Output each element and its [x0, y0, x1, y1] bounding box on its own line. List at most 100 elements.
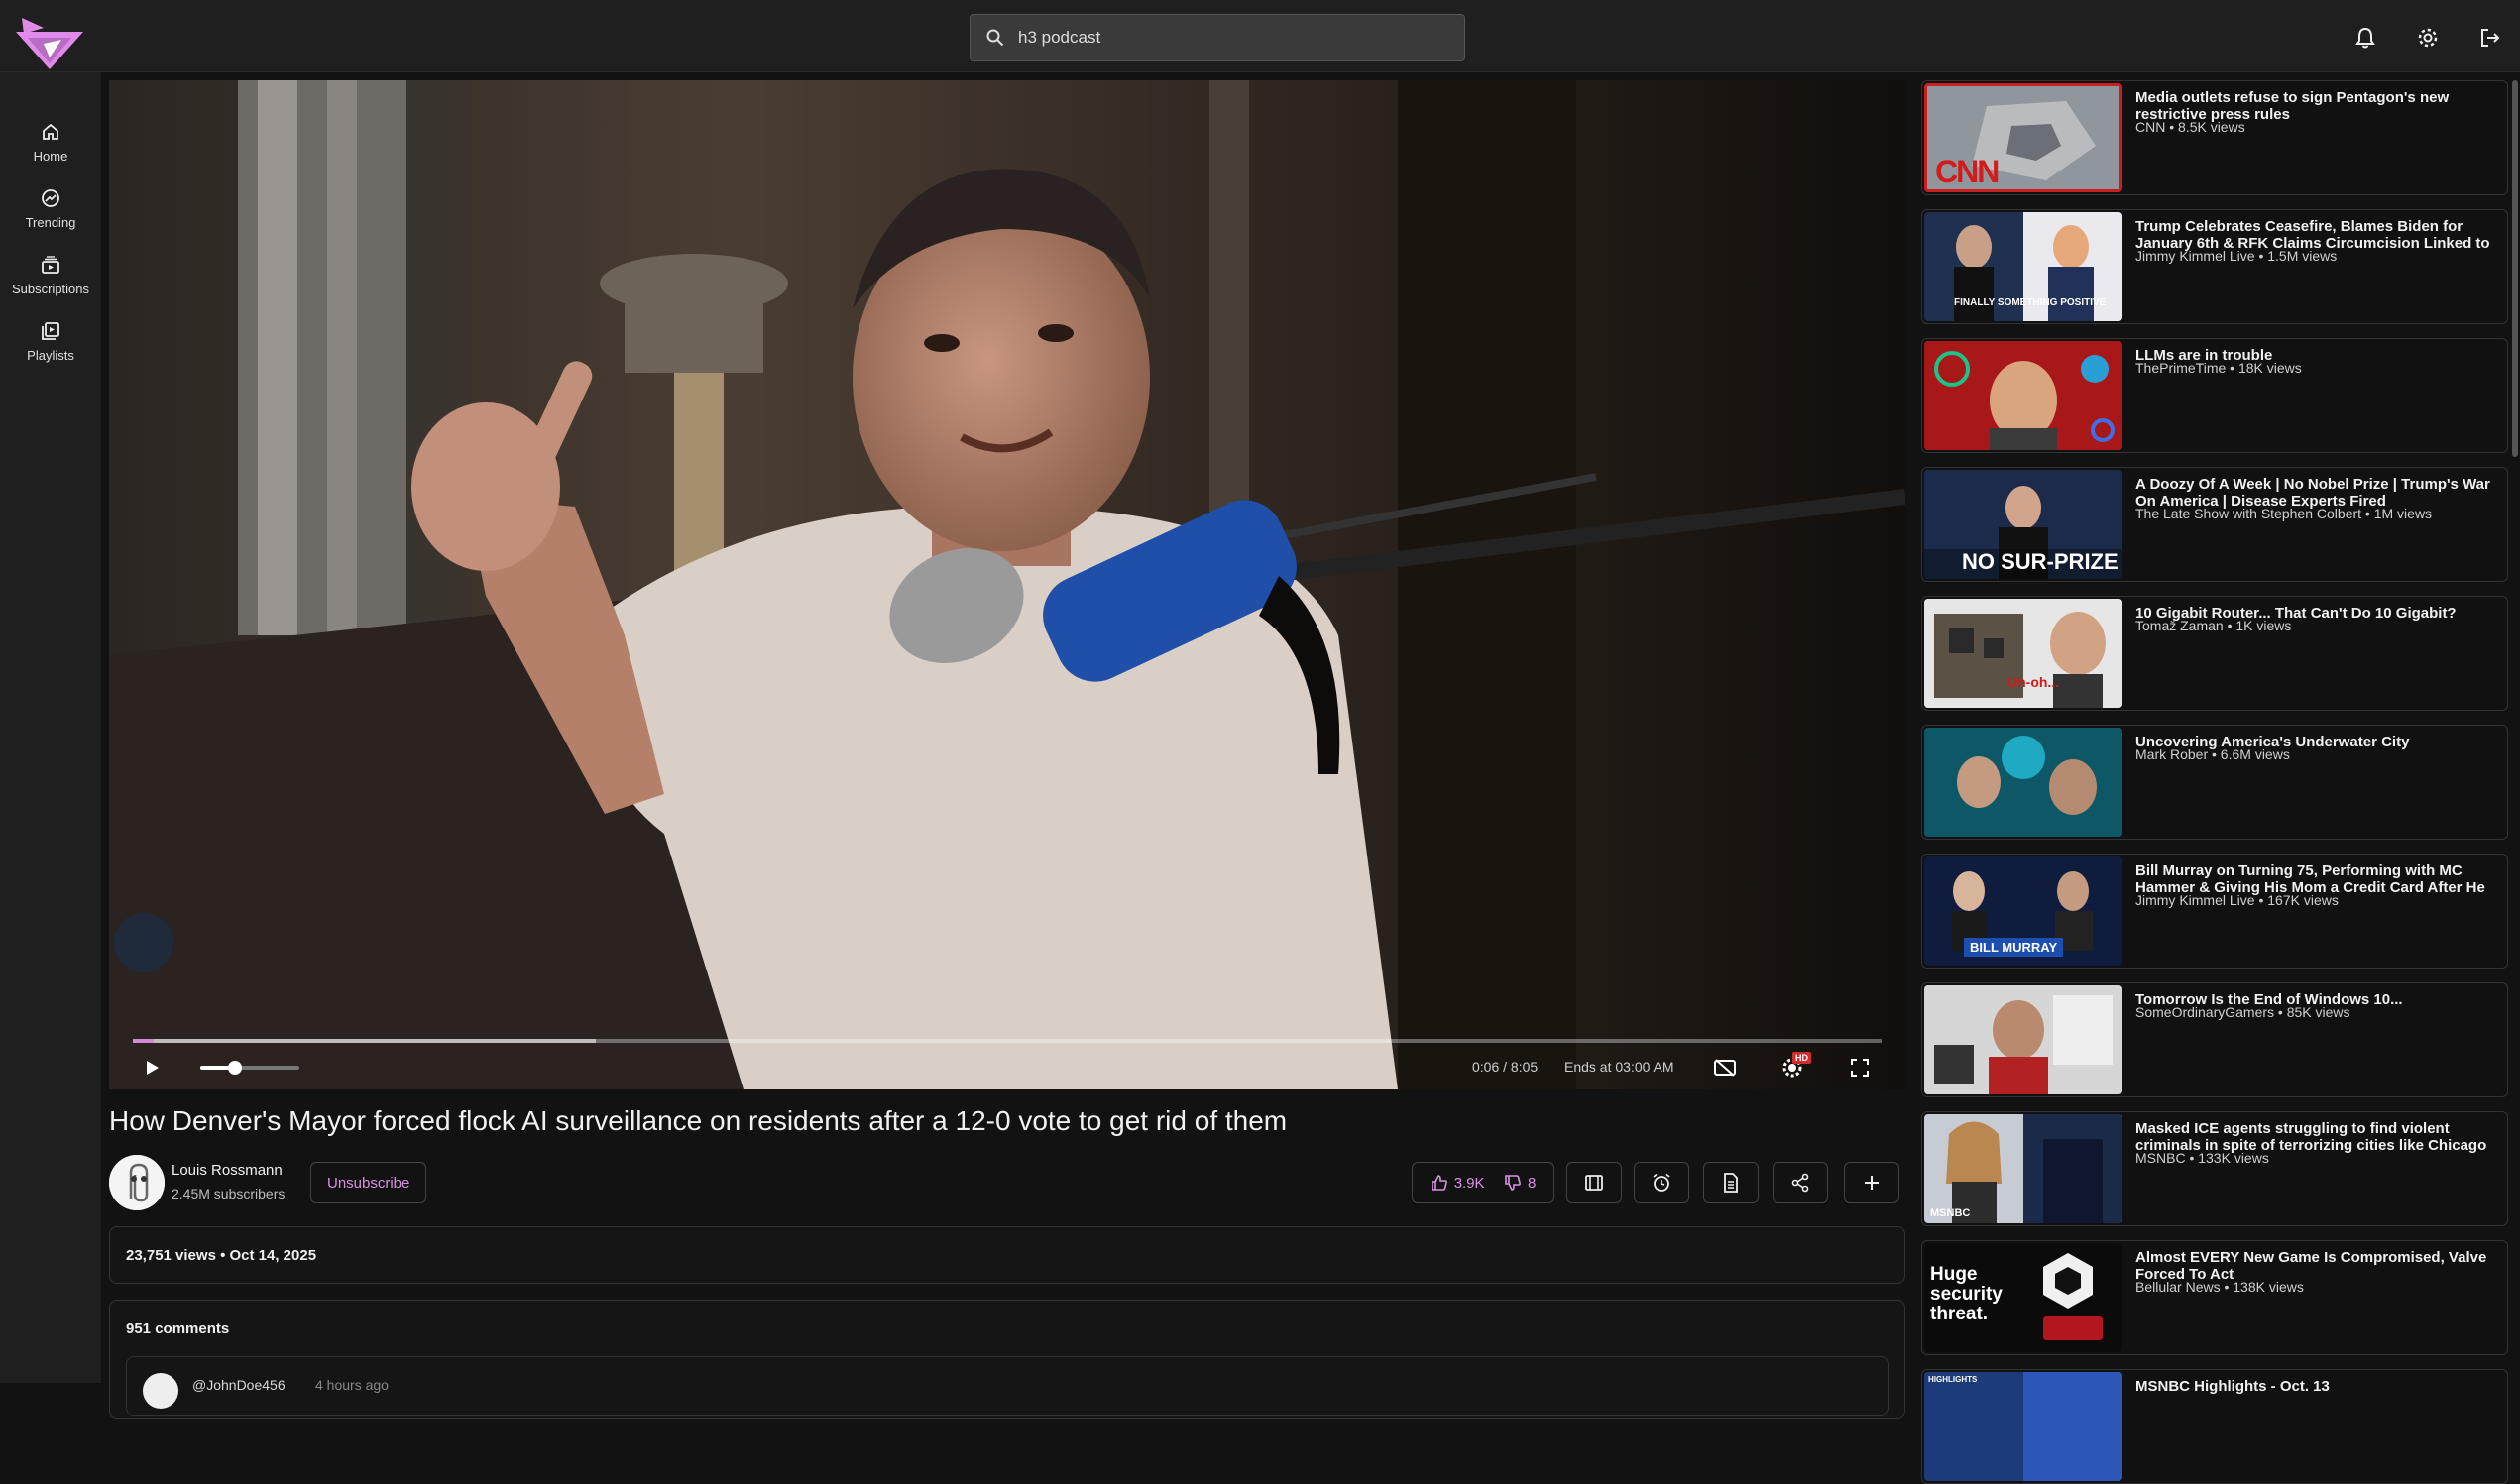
- video-player[interactable]: 0:06 / 8:05 Ends at 03:00 AM HD: [109, 80, 1905, 1089]
- video-thumbnail: Huge security threat.: [1924, 1243, 2122, 1352]
- recommended-video-title: A Doozy Of A Week | No Nobel Prize | Tru…: [2135, 476, 2490, 510]
- share-button[interactable]: [1773, 1162, 1828, 1203]
- hd-badge: HD: [1792, 1052, 1811, 1064]
- sidebar-item-playlists[interactable]: Playlists: [0, 313, 101, 373]
- thumbnail-caption: CNN: [1935, 154, 2000, 189]
- captions-off-icon[interactable]: [1707, 1052, 1743, 1084]
- thumbnail-caption: MSNBC: [1930, 1207, 1971, 1219]
- video-thumbnail: CNN: [1924, 83, 2122, 192]
- search-bar[interactable]: [970, 14, 1465, 61]
- add-to-playlist-button[interactable]: [1844, 1162, 1899, 1203]
- sidebar-item-subscriptions[interactable]: Subscriptions: [0, 247, 101, 306]
- recommended-video[interactable]: FINALLY SOMETHING POSITIVE Trump Celebra…: [1921, 209, 2508, 324]
- progress-buffered: [133, 1039, 597, 1043]
- recommended-video-meta: Jimmy Kimmel Live • 1.5M views: [2135, 248, 2338, 264]
- recommended-video[interactable]: CNN Media outlets refuse to sign Pentago…: [1921, 80, 2508, 195]
- document-icon: [1722, 1173, 1740, 1193]
- sidebar-item-label: Subscriptions: [11, 282, 90, 296]
- sidebar-item-home[interactable]: Home: [0, 114, 101, 173]
- recommended-video-meta: Jimmy Kimmel Live • 167K views: [2135, 892, 2339, 908]
- home-icon: [41, 122, 60, 142]
- thumbnail-caption: Huge security threat.: [1930, 1264, 2003, 1324]
- comments-section: 951 comments @JohnDoe456 4 hours ago: [109, 1300, 1905, 1419]
- recommended-video[interactable]: LLMs are in trouble ThePrimeTime • 18K v…: [1921, 338, 2508, 453]
- theater-icon: [1584, 1174, 1604, 1192]
- video-frame: [109, 80, 1905, 1089]
- video-thumbnail: Uh-oh...: [1924, 599, 2122, 708]
- recommended-video-title: Bill Murray on Turning 75, Performing wi…: [2135, 862, 2485, 896]
- thumbs-up-icon: [1431, 1174, 1448, 1192]
- video-thumbnail: BILL MURRAY: [1924, 856, 2122, 966]
- bell-icon[interactable]: [2349, 22, 2381, 54]
- transcript-button[interactable]: [1703, 1162, 1759, 1203]
- sidebar-item-label: Playlists: [27, 348, 74, 363]
- volume-knob[interactable]: [228, 1061, 242, 1075]
- recommended-video[interactable]: Tomorrow Is the End of Windows 10... Som…: [1921, 982, 2508, 1097]
- unsubscribe-button[interactable]: Unsubscribe: [310, 1162, 427, 1203]
- recommended-video-meta: Bellular News • 138K views: [2135, 1279, 2304, 1295]
- recommended-video-meta: The Late Show with Stephen Colbert • 1M …: [2135, 506, 2433, 521]
- alarm-clock-icon: [1652, 1173, 1671, 1193]
- recommended-video[interactable]: Huge security threat. Almost EVERY New G…: [1921, 1240, 2508, 1355]
- like-button[interactable]: 3.9K: [1431, 1174, 1485, 1192]
- volume-slider[interactable]: [200, 1061, 299, 1075]
- commenter-avatar[interactable]: [143, 1373, 178, 1409]
- video-thumbnail: FINALLY SOMETHING POSITIVE: [1924, 212, 2122, 321]
- sidebar-item-trending[interactable]: Trending: [0, 180, 101, 240]
- thumbnail-caption: NO SUR-PRIZE: [1962, 549, 2119, 574]
- scrollbar[interactable]: [2512, 80, 2518, 457]
- comment-author[interactable]: @JohnDoe456: [192, 1377, 286, 1393]
- theater-mode-button[interactable]: [1566, 1162, 1622, 1203]
- subscriber-count: 2.45M subscribers: [172, 1186, 286, 1201]
- recommended-video-meta: Mark Rober • 6.6M views: [2135, 746, 2290, 762]
- progress-bar[interactable]: [133, 1039, 1882, 1043]
- recommended-video-meta: Tomaž Zaman • 1K views: [2135, 618, 2292, 633]
- playlists-icon: [41, 321, 60, 341]
- recommended-video-meta: CNN • 8.5K views: [2135, 119, 2245, 135]
- recommended-video-meta: MSNBC • 133K views: [2135, 1150, 2269, 1166]
- dislike-button[interactable]: 8: [1504, 1174, 1536, 1192]
- sidebar: Home Trending Subscriptions Playlists: [0, 72, 101, 1383]
- thumbnail-caption: FINALLY SOMETHING POSITIVE: [1954, 297, 2107, 308]
- search-input[interactable]: [1018, 28, 1434, 48]
- logo-icon[interactable]: [14, 14, 85, 71]
- top-bar: [0, 0, 2520, 72]
- recommended-video[interactable]: Uh-oh... 10 Gigabit Router... That Can't…: [1921, 596, 2508, 711]
- play-button[interactable]: [137, 1052, 169, 1084]
- ends-at-label: Ends at 03:00 AM: [1564, 1059, 1674, 1075]
- recommended-video[interactable]: MSNBC Masked ICE agents struggling to fi…: [1921, 1111, 2508, 1226]
- dislike-count: 8: [1527, 1174, 1537, 1192]
- recommended-video-title: Masked ICE agents struggling to find vio…: [2135, 1120, 2487, 1154]
- sidebar-item-label: Trending: [25, 215, 76, 230]
- like-count: 3.9K: [1453, 1174, 1485, 1192]
- recommended-video-title: Trump Celebrates Ceasefire, Blames Biden…: [2135, 218, 2490, 252]
- recommended-video[interactable]: HIGHLIGHTS MSNBC Highlights - Oct. 13: [1921, 1369, 2508, 1484]
- views-and-date: 23,751 views • Oct 14, 2025: [126, 1247, 317, 1264]
- video-thumbnail: HIGHLIGHTS: [1924, 1372, 2122, 1481]
- recommended-video-title: Almost EVERY New Game Is Compromised, Va…: [2135, 1249, 2487, 1283]
- recommended-video[interactable]: Uncovering America's Underwater City Mar…: [1921, 725, 2508, 840]
- logout-icon[interactable]: [2474, 22, 2506, 54]
- like-dislike-group: 3.9K 8: [1412, 1162, 1554, 1203]
- plus-icon: [1863, 1174, 1881, 1192]
- comment-item: @JohnDoe456 4 hours ago: [126, 1356, 1889, 1416]
- time-display: 0:06 / 8:05: [1472, 1059, 1539, 1075]
- thumbnail-caption: BILL MURRAY: [1964, 938, 2064, 957]
- recommended-video-title: MSNBC Highlights - Oct. 13: [2135, 1378, 2330, 1395]
- sleep-timer-button[interactable]: [1634, 1162, 1689, 1203]
- video-title: How Denver's Mayor forced flock AI surve…: [109, 1105, 1288, 1136]
- trending-icon: [41, 188, 60, 208]
- share-icon: [1790, 1173, 1810, 1193]
- gear-icon[interactable]: [2412, 22, 2444, 54]
- video-thumbnail: NO SUR-PRIZE: [1924, 470, 2122, 579]
- video-info-panel: 23,751 views • Oct 14, 2025: [109, 1226, 1905, 1284]
- recommended-video[interactable]: NO SUR-PRIZE A Doozy Of A Week | No Nobe…: [1921, 467, 2508, 582]
- channel-avatar[interactable]: [109, 1155, 165, 1210]
- channel-name[interactable]: Louis Rossmann: [172, 1162, 283, 1179]
- subscriptions-icon: [41, 255, 60, 275]
- recommended-video[interactable]: BILL MURRAY Bill Murray on Turning 75, P…: [1921, 854, 2508, 969]
- fullscreen-icon[interactable]: [1842, 1052, 1878, 1084]
- video-thumbnail: [1924, 985, 2122, 1094]
- recommended-video-title: Media outlets refuse to sign Pentagon's …: [2135, 89, 2450, 123]
- thumbnail-caption: Uh-oh...: [2007, 674, 2060, 690]
